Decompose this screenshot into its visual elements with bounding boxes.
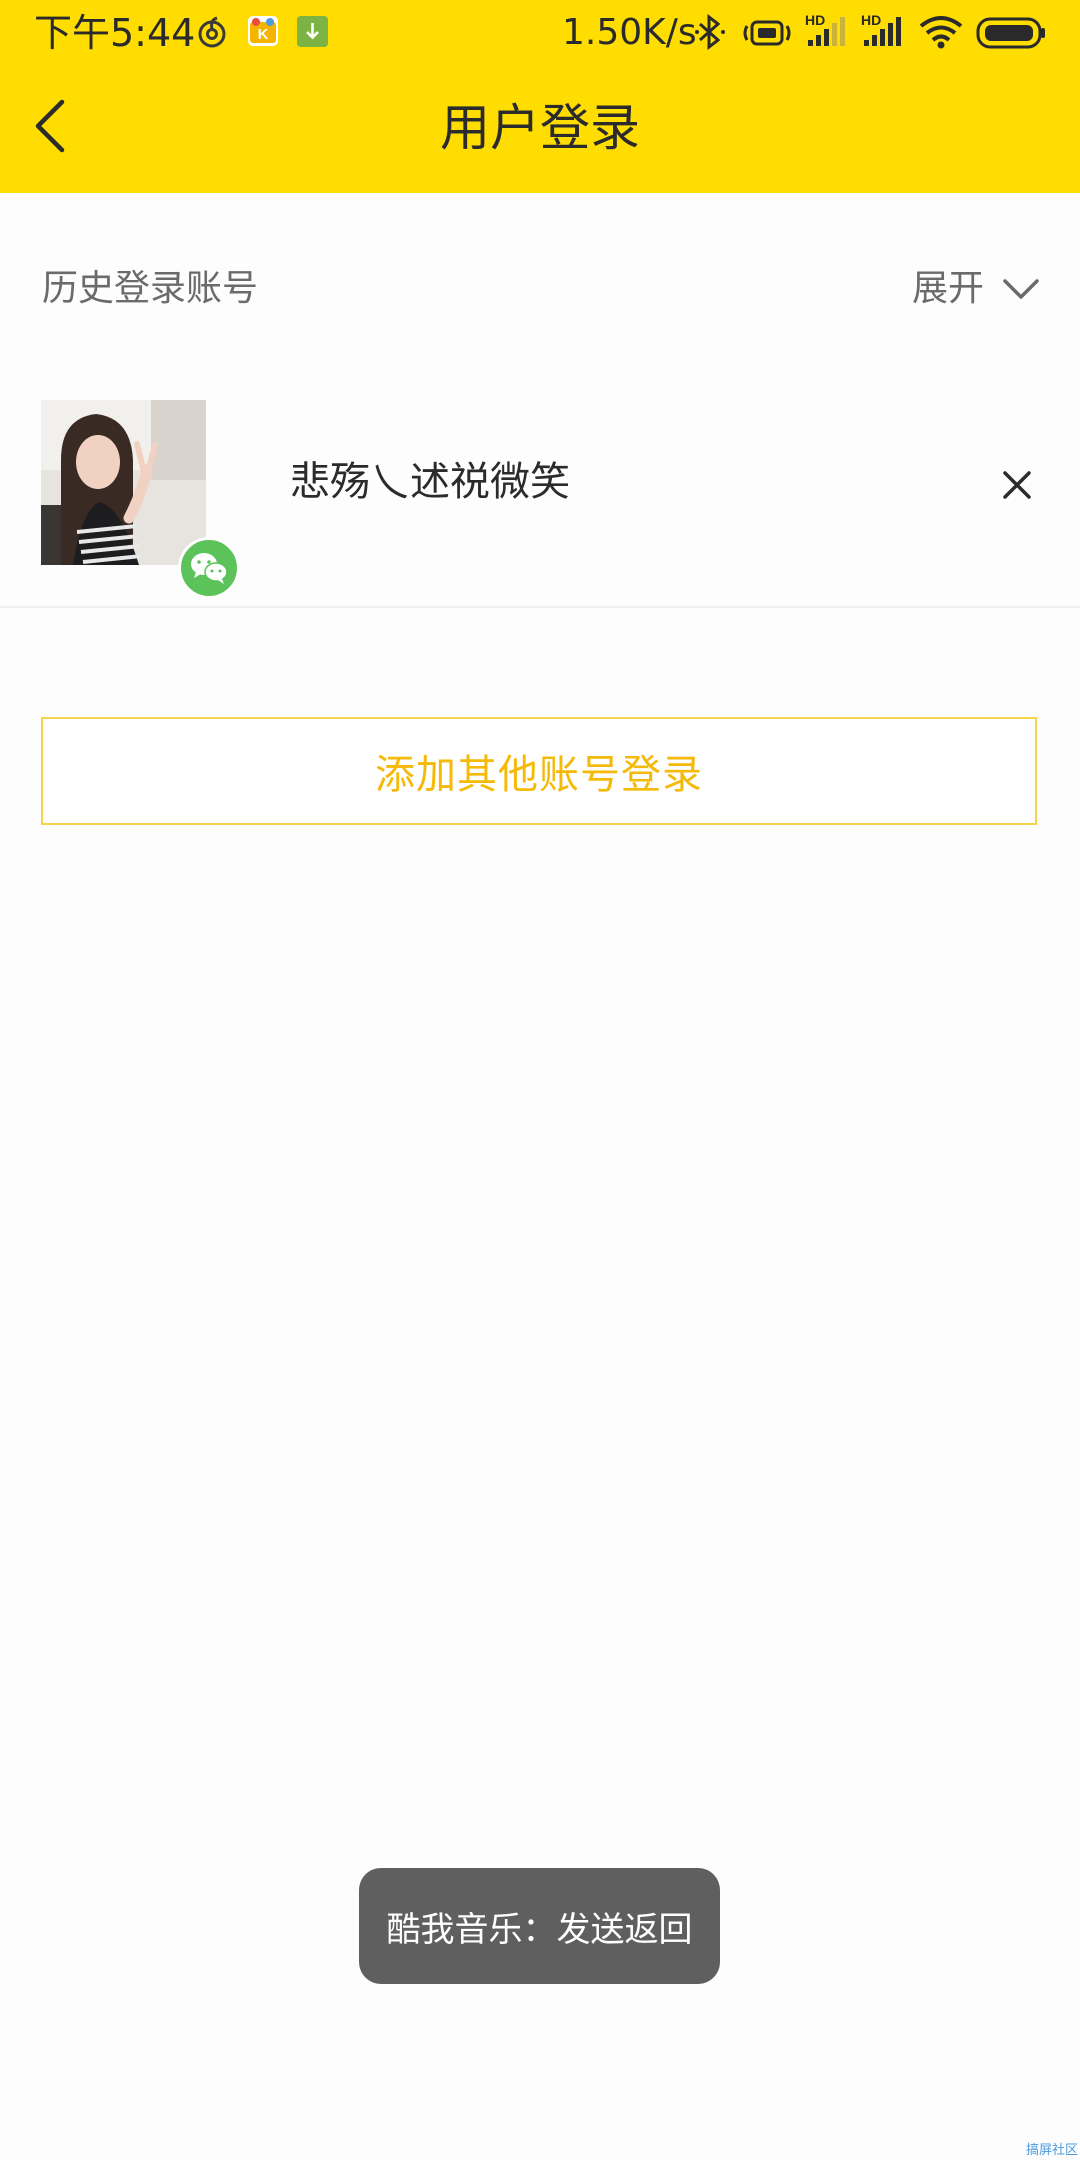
vibrate-icon — [742, 18, 792, 52]
remove-account-button[interactable] — [992, 460, 1042, 510]
history-title: 历史登录账号 — [42, 268, 259, 309]
svg-text:HD: HD — [861, 12, 881, 28]
page-title: 用户登录 — [440, 99, 640, 157]
chevron-down-icon — [1003, 279, 1039, 299]
status-time: 下午5:44 — [34, 11, 196, 55]
account-list-item[interactable]: 悲殇乀述祱微笑 — [0, 392, 1080, 608]
network-speed: 1.50K/s — [562, 12, 697, 53]
close-icon — [1003, 471, 1031, 499]
svg-text:K: K — [258, 26, 269, 43]
wifi-icon — [918, 14, 964, 54]
expand-toggle[interactable]: 展开 — [912, 264, 1040, 314]
nav-bar: 用户登录 — [0, 66, 1080, 193]
add-account-label: 添加其他账号登录 — [375, 752, 703, 798]
signal-icon: HD — [804, 12, 848, 52]
history-section-header: 历史登录账号 展开 — [0, 250, 1080, 330]
app-k-icon: K — [248, 16, 278, 50]
expand-label: 展开 — [911, 268, 984, 309]
bluetooth-icon — [694, 13, 726, 54]
netease-music-icon — [196, 16, 228, 54]
watermark: 搞屏社区 — [1025, 2143, 1078, 2158]
app-header: 下午5:44 K 1.50K/s HD HD 用户登录 — [0, 0, 1080, 193]
wechat-icon — [178, 537, 240, 599]
svg-text:HD: HD — [805, 12, 825, 28]
toast: 酷我音乐：发送返回 — [359, 1868, 720, 1984]
add-account-button[interactable]: 添加其他账号登录 — [41, 717, 1037, 825]
avatar — [41, 400, 206, 565]
status-bar: 下午5:44 K 1.50K/s HD HD — [0, 0, 1080, 66]
battery-icon — [976, 17, 1046, 53]
account-name: 悲殇乀述祱微笑 — [290, 459, 570, 505]
toast-text: 酷我音乐：发送返回 — [386, 1909, 693, 1950]
download-icon — [297, 16, 328, 51]
signal-icon: HD — [860, 12, 904, 52]
